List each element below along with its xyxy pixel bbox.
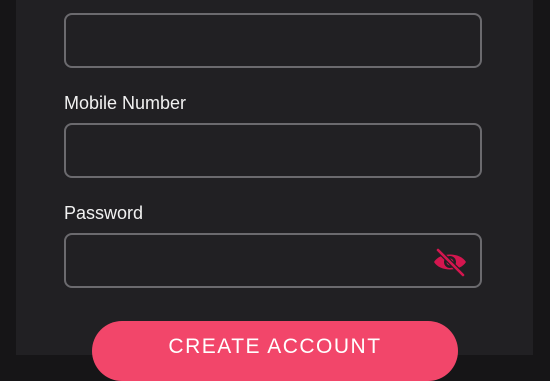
password-input[interactable] <box>80 235 424 288</box>
eye-off-icon[interactable] <box>432 247 468 278</box>
password-label: Password <box>64 203 144 223</box>
mobile-number-input[interactable] <box>80 125 424 178</box>
name-input[interactable] <box>80 15 424 68</box>
create-account-button[interactable]: CREATE ACCOUNT <box>92 321 458 381</box>
name-field[interactable] <box>64 13 482 68</box>
mobile-number-field[interactable] <box>64 123 482 178</box>
password-field[interactable] <box>64 233 482 288</box>
mobile-number-label: Mobile Number <box>64 93 187 113</box>
